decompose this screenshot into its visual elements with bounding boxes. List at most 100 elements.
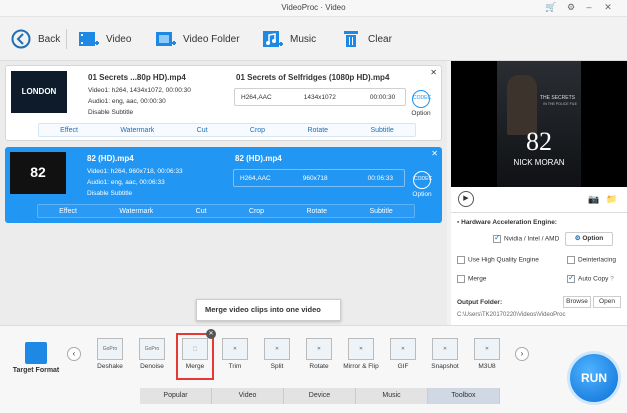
high-quality-checkbox[interactable]: Use High Quality Engine bbox=[457, 256, 539, 264]
minimize-icon[interactable]: – bbox=[583, 2, 595, 12]
play-button[interactable]: ▶ bbox=[458, 191, 474, 207]
browse-button[interactable]: Browse bbox=[563, 296, 591, 308]
format-trim[interactable]: ✕ Trim bbox=[216, 338, 254, 388]
tab-video[interactable]: Video bbox=[212, 388, 284, 404]
format-gif[interactable]: ✕ GIF bbox=[384, 338, 422, 388]
auto-copy-checkbox[interactable]: Auto Copy ? bbox=[567, 273, 614, 283]
back-button[interactable]: Back bbox=[10, 27, 60, 51]
source-info: Video1: h264, 960x718, 00:06:33 Audio1: … bbox=[87, 166, 183, 199]
video-item-selected[interactable]: 82 82 (HD).mp4 Video1: h264, 960x718, 00… bbox=[5, 147, 442, 223]
open-button[interactable]: Open bbox=[593, 296, 621, 308]
thumbnail-text: LONDON bbox=[21, 87, 57, 96]
codec-option-button[interactable]: CODEC Option bbox=[410, 171, 434, 198]
crop-button[interactable]: Crop bbox=[249, 208, 264, 215]
hw-option-button[interactable]: ⚙ Option bbox=[565, 232, 613, 246]
thumbnail-text: 82 bbox=[30, 164, 46, 180]
video-folder-icon bbox=[155, 29, 177, 49]
help-icon[interactable]: ? bbox=[608, 276, 614, 283]
format-label: Trim bbox=[228, 363, 242, 370]
effect-button[interactable]: Effect bbox=[60, 127, 78, 134]
format-label: GIF bbox=[397, 363, 409, 370]
output-resolution: 1434x1072 bbox=[303, 93, 336, 101]
deinterlacing-check bbox=[567, 256, 575, 264]
format-split[interactable]: ✕ Split bbox=[258, 338, 296, 388]
video-item[interactable]: LONDON 01 Secrets ...80p HD).mp4 Video1:… bbox=[5, 65, 442, 141]
add-video-folder-button[interactable]: Video Folder bbox=[155, 27, 240, 51]
scroll-right-icon[interactable]: › bbox=[515, 347, 529, 361]
target-format-icon bbox=[25, 342, 47, 364]
close-icon[interactable]: ✕ bbox=[206, 329, 216, 339]
video-preview[interactable]: THE SECRETS IN THE POLICE FILE 82 NICK M… bbox=[451, 61, 627, 187]
format-m3u8[interactable]: ✕ M3U8 bbox=[468, 338, 506, 388]
output-file-name[interactable]: 82 (HD).mp4 bbox=[235, 154, 282, 163]
target-format-label: Target Format bbox=[12, 367, 60, 374]
folder-icon[interactable]: 📁 bbox=[606, 194, 617, 205]
subtitle-button[interactable]: Subtitle bbox=[370, 127, 393, 134]
video-track-info: Video1: h264, 960x718, 00:06:33 bbox=[87, 168, 183, 175]
codec-icon: CODEC bbox=[413, 171, 432, 189]
format-label: Merge bbox=[185, 363, 205, 370]
add-music-button[interactable]: Music bbox=[262, 27, 316, 51]
format-label: Split bbox=[270, 363, 284, 370]
video-track-info: Video1: h264, 1434x1072, 00:00:30 bbox=[88, 87, 191, 94]
cart-icon[interactable]: 🛒 bbox=[545, 2, 557, 13]
remove-item-icon[interactable]: ✕ bbox=[431, 149, 438, 158]
high-quality-label: Use High Quality Engine bbox=[468, 256, 539, 264]
scroll-left-icon[interactable]: ‹ bbox=[67, 347, 81, 361]
poster-number: 82 bbox=[526, 127, 552, 156]
output-duration: 00:06:33 bbox=[367, 174, 393, 182]
add-video-button[interactable]: Video bbox=[78, 27, 131, 51]
codec-option-button[interactable]: CODEC Option bbox=[409, 90, 433, 117]
rotate-button[interactable]: Rotate bbox=[306, 208, 327, 215]
toolbar-divider bbox=[66, 29, 67, 49]
back-label: Back bbox=[38, 33, 61, 45]
output-folder-label: Output Folder: bbox=[457, 299, 503, 306]
target-format-button[interactable]: Target Format bbox=[10, 342, 62, 374]
close-icon[interactable]: ✕ bbox=[602, 2, 614, 13]
format-merge[interactable]: ⬚ Merge ✕ bbox=[176, 329, 216, 380]
crop-button[interactable]: Crop bbox=[250, 127, 265, 134]
edit-actions: Effect Watermark Cut Crop Rotate Subtitl… bbox=[37, 204, 415, 218]
preview-poster: THE SECRETS IN THE POLICE FILE 82 NICK M… bbox=[497, 61, 581, 187]
format-mirror-flip[interactable]: ✕ Mirror & Flip bbox=[342, 338, 380, 388]
settings-panel: ▪ Hardware Acceleration Engine: Nvidia /… bbox=[451, 213, 627, 325]
back-arrow-icon bbox=[10, 29, 32, 49]
format-label: Snapshot bbox=[431, 363, 459, 370]
clear-button[interactable]: Clear bbox=[340, 27, 392, 51]
poster-tagline: THE SECRETS bbox=[539, 95, 575, 101]
codec-option-label: Option bbox=[411, 110, 431, 117]
format-deshake[interactable]: GoPro Deshake bbox=[91, 338, 129, 388]
deinterlacing-checkbox[interactable]: Deinterlacing bbox=[567, 256, 616, 264]
source-info: Video1: h264, 1434x1072, 00:00:30 Audio1… bbox=[88, 85, 191, 118]
cut-button[interactable]: Cut bbox=[197, 127, 208, 134]
output-file-name[interactable]: 01 Secrets of Selfridges (1080p HD).mp4 bbox=[236, 73, 389, 82]
snapshot-icon[interactable]: 📷 bbox=[588, 194, 599, 205]
codec-icon: CODEC bbox=[412, 90, 431, 108]
merge-checkbox[interactable]: Merge bbox=[457, 275, 486, 283]
merge-check bbox=[457, 275, 465, 283]
gear-icon[interactable]: ⚙ bbox=[565, 2, 577, 13]
video-label: Video bbox=[106, 33, 132, 45]
format-rotate[interactable]: ✕ Rotate bbox=[300, 338, 338, 388]
subtitle-button[interactable]: Subtitle bbox=[369, 208, 392, 215]
tab-popular[interactable]: Popular bbox=[140, 388, 212, 404]
tab-toolbox[interactable]: Toolbox bbox=[428, 388, 500, 404]
rotate-button[interactable]: Rotate bbox=[307, 127, 328, 134]
auto-copy-check bbox=[567, 273, 575, 283]
subtitle-info: Disable Subtitle bbox=[87, 190, 133, 197]
effect-button[interactable]: Effect bbox=[59, 208, 77, 215]
format-tabs: Popular Video Device Music Toolbox bbox=[140, 388, 500, 404]
run-button[interactable]: RUN bbox=[567, 351, 621, 405]
watermark-button[interactable]: Watermark bbox=[120, 127, 154, 134]
watermark-button[interactable]: Watermark bbox=[119, 208, 153, 215]
tab-music[interactable]: Music bbox=[356, 388, 428, 404]
format-label: M3U8 bbox=[478, 363, 496, 370]
tab-device[interactable]: Device bbox=[284, 388, 356, 404]
gopro-icon: GoPro bbox=[97, 338, 123, 360]
remove-item-icon[interactable]: ✕ bbox=[430, 68, 437, 77]
high-quality-check bbox=[457, 256, 465, 264]
format-snapshot[interactable]: ✕ Snapshot bbox=[426, 338, 464, 388]
cut-button[interactable]: Cut bbox=[196, 208, 207, 215]
format-denoise[interactable]: GoPro Denoise bbox=[133, 338, 171, 388]
hw-accel-checkbox[interactable]: Nvidia / Intel / AMD bbox=[493, 233, 559, 243]
